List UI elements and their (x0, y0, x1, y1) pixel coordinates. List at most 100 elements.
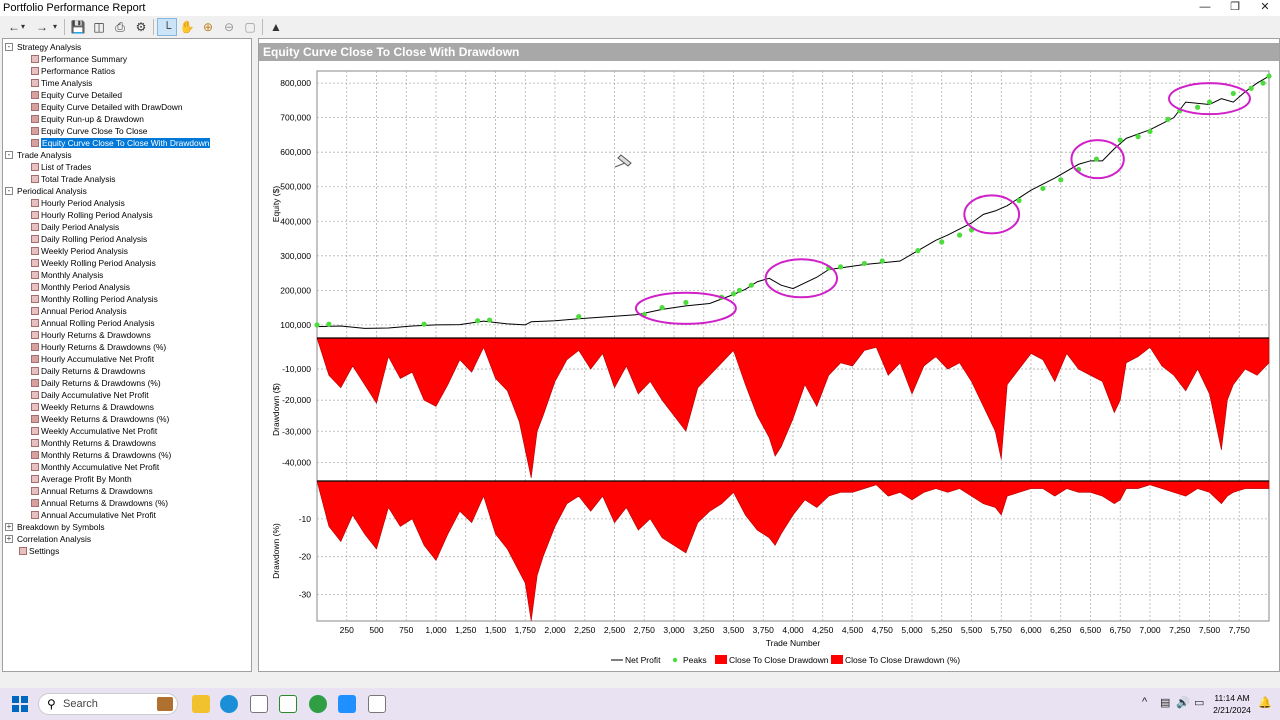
battery-icon[interactable]: ▭ (1194, 696, 1204, 709)
crosshair-icon[interactable]: └ (157, 18, 177, 36)
document-icon[interactable] (250, 695, 268, 713)
report-page-icon (31, 439, 39, 447)
tree-item[interactable]: Equity Curve Detailed with DrawDown (31, 101, 183, 113)
maximize-icon[interactable]: ❐ (1220, 0, 1250, 16)
expand-icon[interactable]: + (5, 535, 13, 543)
app-icon[interactable] (279, 695, 297, 713)
search-box[interactable]: ⚲ Search (38, 693, 178, 715)
tree-item[interactable]: Performance Ratios (31, 65, 115, 77)
tree-item[interactable]: Annual Returns & Drawdowns (31, 485, 153, 497)
peak-point (1165, 116, 1171, 122)
peak-point (1058, 177, 1064, 183)
expand-icon[interactable]: + (5, 523, 13, 531)
tree-item[interactable]: Monthly Analysis (31, 269, 103, 281)
tree-item[interactable]: Annual Accumulative Net Profit (31, 509, 156, 521)
tree-item[interactable]: Monthly Rolling Period Analysis (31, 293, 158, 305)
tree-item[interactable]: Equity Run-up & Drawdown (31, 113, 144, 125)
close-icon[interactable]: ✕ (1250, 0, 1280, 16)
tree-item[interactable]: Monthly Returns & Drawdowns (31, 437, 156, 449)
app-icon-2[interactable] (338, 695, 356, 713)
report-page-icon (31, 55, 39, 63)
tree-item[interactable]: Annual Period Analysis (31, 305, 127, 317)
notification-bell-icon[interactable]: 🔔 (1258, 696, 1272, 709)
collapse-icon[interactable]: - (5, 151, 13, 159)
tree-item[interactable]: Daily Period Analysis (31, 221, 119, 233)
tree-item[interactable]: Weekly Accumulative Net Profit (31, 425, 157, 437)
tree-item[interactable]: Daily Returns & Drawdowns (%) (31, 377, 161, 389)
report-page-icon (31, 139, 39, 147)
tree-item[interactable]: - Trade Analysis (5, 149, 72, 161)
tree-item[interactable]: List of Trades (31, 161, 91, 173)
peak-point (326, 321, 332, 327)
clock[interactable]: 11:14 AM 2/21/2024 (1210, 692, 1254, 716)
pan-icon[interactable]: ✋ (177, 18, 197, 36)
clock-date: 2/21/2024 (1213, 705, 1251, 715)
collapse-icon[interactable]: - (5, 43, 13, 51)
forward-dropdown-icon[interactable]: ▾ (50, 18, 60, 36)
tree-item[interactable]: Monthly Period Analysis (31, 281, 130, 293)
tree-item[interactable]: Hourly Rolling Period Analysis (31, 209, 153, 221)
tree-item[interactable]: Monthly Accumulative Net Profit (31, 461, 159, 473)
edge-browser-icon[interactable] (220, 695, 238, 713)
report-page-icon (31, 175, 39, 183)
equity-drawdown-chart[interactable]: 250 500 750 1,000 1,250 1,500 1,750 2,000 2,250 2… (259, 61, 1279, 671)
tree-item-label: Daily Returns & Drawdowns (%) (41, 378, 161, 388)
tree-item[interactable]: Weekly Returns & Drawdowns (%) (31, 413, 169, 425)
tree-item[interactable]: Performance Summary (31, 53, 128, 65)
network-icon[interactable]: ▤ (1160, 696, 1170, 709)
volume-icon[interactable]: 🔊 (1176, 696, 1190, 709)
tree-item[interactable]: Daily Returns & Drawdowns (31, 365, 145, 377)
save-icon[interactable]: 💾 (68, 18, 88, 36)
tree-item[interactable]: Daily Accumulative Net Profit (31, 389, 149, 401)
peak-point (1117, 137, 1123, 143)
tree-item[interactable]: Hourly Accumulative Net Profit (31, 353, 154, 365)
tree-item-label: Daily Accumulative Net Profit (41, 390, 149, 400)
tree-item[interactable]: - Periodical Analysis (5, 185, 87, 197)
zoom-reset-icon[interactable]: ▢ (240, 18, 260, 36)
forward-icon[interactable]: → (32, 18, 52, 36)
tree-item[interactable]: Average Profit By Month (31, 473, 132, 485)
tree-item[interactable]: Annual Returns & Drawdowns (%) (31, 497, 169, 509)
chrome-icon[interactable] (309, 695, 327, 713)
tree-item[interactable]: Total Trade Analysis (31, 173, 116, 185)
tree-item[interactable]: Equity Curve Detailed (31, 89, 122, 101)
x-tick-label: 500 (369, 625, 383, 635)
tree-item[interactable]: Hourly Period Analysis (31, 197, 125, 209)
tray-chevron-icon[interactable]: ^ (1142, 696, 1147, 708)
tree-item-label: Total Trade Analysis (41, 174, 116, 184)
zoom-out-icon[interactable]: ⊖ (219, 18, 239, 36)
windows-start-icon[interactable] (12, 696, 28, 712)
file-explorer-icon[interactable] (192, 695, 210, 713)
print-icon[interactable]: ⎙ (110, 18, 130, 36)
chart-icon[interactable]: ▲ (266, 18, 286, 36)
x-tick-label: 1,000 (425, 625, 447, 635)
back-dropdown-icon[interactable]: ▾ (18, 18, 28, 36)
document-icon-2[interactable] (368, 695, 386, 713)
y-tick-label: 200,000 (280, 285, 311, 295)
tree-item[interactable]: Time Analysis (31, 77, 92, 89)
tree-item-label: Monthly Period Analysis (41, 282, 130, 292)
tree-item[interactable]: Weekly Period Analysis (31, 245, 128, 257)
collapse-icon[interactable]: - (5, 187, 13, 195)
tree-item-label: Annual Returns & Drawdowns (%) (41, 498, 169, 508)
tree-item[interactable]: Daily Rolling Period Analysis (31, 233, 147, 245)
tree-item[interactable]: Equity Curve Close To Close With Drawdow… (31, 137, 211, 149)
tree-item[interactable]: Annual Rolling Period Analysis (31, 317, 155, 329)
tree-item[interactable]: - Strategy Analysis (5, 41, 81, 53)
tree-item-label: Performance Summary (41, 54, 128, 64)
export-icon[interactable]: ◫ (89, 18, 109, 36)
tree-item[interactable]: Hourly Returns & Drawdowns (%) (31, 341, 166, 353)
y-tick-label: -40,000 (282, 457, 311, 467)
report-page-icon (31, 247, 39, 255)
tree-item[interactable]: Equity Curve Close To Close (31, 125, 147, 137)
settings-icon[interactable]: ⚙ (131, 18, 151, 36)
zoom-in-icon[interactable]: ⊕ (198, 18, 218, 36)
tree-item[interactable]: + Breakdown by Symbols (5, 521, 105, 533)
tree-item[interactable]: Weekly Returns & Drawdowns (31, 401, 154, 413)
tree-item[interactable]: Weekly Rolling Period Analysis (31, 257, 156, 269)
tree-item[interactable]: Hourly Returns & Drawdowns (31, 329, 151, 341)
tree-item[interactable]: + Correlation Analysis (5, 533, 91, 545)
minimize-icon[interactable]: — (1190, 0, 1220, 16)
tree-item[interactable]: Settings (19, 545, 59, 557)
tree-item[interactable]: Monthly Returns & Drawdowns (%) (31, 449, 171, 461)
